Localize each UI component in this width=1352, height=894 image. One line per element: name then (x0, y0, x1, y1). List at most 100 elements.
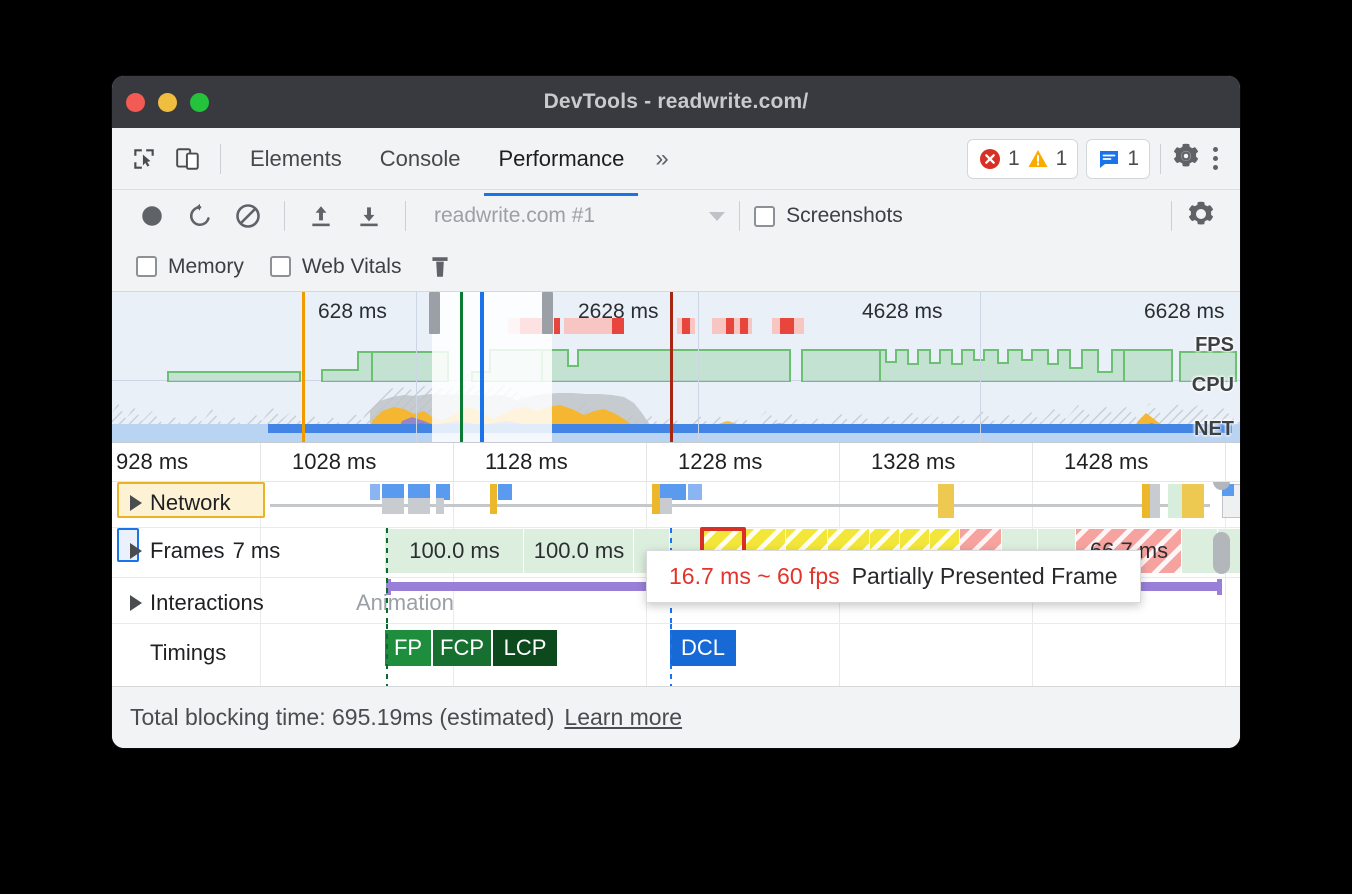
window-titlebar: DevTools - readwrite.com/ (112, 76, 1240, 128)
load-overview-marker (670, 292, 673, 442)
network-track-label-text: Network (150, 490, 231, 516)
screenshots-checkbox-box[interactable] (754, 206, 775, 227)
network-request[interactable] (1182, 484, 1204, 518)
network-request[interactable] (1168, 484, 1182, 518)
learn-more-link[interactable]: Learn more (564, 704, 682, 731)
web-vitals-label: Web Vitals (302, 255, 402, 279)
kebab-menu-icon[interactable] (1201, 147, 1230, 170)
more-tabs-icon[interactable]: » (643, 145, 680, 173)
overview-tick-3: 6628 ms (1144, 300, 1225, 324)
memory-label: Memory (168, 255, 244, 279)
warning-count: 1 (1056, 147, 1068, 171)
overview-selection-handle-left[interactable] (429, 292, 440, 334)
triangle-right-icon[interactable] (130, 543, 142, 559)
capture-settings-gear-icon[interactable] (1186, 199, 1216, 234)
screenshots-label: Screenshots (786, 204, 903, 228)
record-circle-icon[interactable] (130, 194, 174, 238)
web-vitals-checkbox[interactable]: Web Vitals (270, 255, 402, 279)
load-profile-icon[interactable] (299, 194, 343, 238)
frame-duration-label: 100.0 ms (524, 538, 634, 564)
network-track[interactable]: Network (112, 482, 1240, 528)
frames-track-scrollbar[interactable] (1213, 532, 1230, 574)
toolbar-divider-4 (1171, 201, 1172, 231)
save-profile-icon[interactable] (347, 194, 391, 238)
network-request[interactable] (382, 498, 404, 514)
warning-icon (1026, 147, 1050, 171)
overview-tick-2: 4628 ms (862, 300, 943, 324)
chevron-down-icon[interactable] (709, 212, 725, 221)
tab-performance[interactable]: Performance (484, 140, 638, 178)
issues-badge-group[interactable]: 1 1 (967, 139, 1078, 179)
performance-toolbar: readwrite.com #1 Screenshots (112, 190, 1240, 242)
timings-track[interactable]: Timings FPFCPLCP DCL (112, 624, 1240, 688)
network-request[interactable] (938, 484, 954, 518)
error-count: 1 (1008, 147, 1020, 171)
frame-tooltip: 16.7 ms ~ 60 fps Partially Presented Fra… (646, 550, 1141, 603)
memory-checkbox[interactable]: Memory (136, 255, 244, 279)
tab-elements[interactable]: Elements (236, 140, 356, 178)
lcp-overview-marker (480, 292, 484, 442)
triangle-right-icon[interactable] (130, 495, 142, 511)
overview-tick-0: 628 ms (318, 300, 387, 324)
interactions-track-label[interactable]: Interactions (130, 590, 264, 616)
timing-marker-dcl[interactable]: DCL (670, 630, 738, 666)
tabbar-divider (220, 144, 221, 174)
detail-time-ruler[interactable]: 928 ms 1028 ms 1128 ms 1228 ms 1328 ms 1… (112, 442, 1240, 482)
network-request[interactable] (498, 484, 512, 500)
clear-icon[interactable] (226, 194, 270, 238)
reload-record-icon[interactable] (178, 194, 222, 238)
frames-track-duration: 7 ms (233, 538, 281, 564)
interactions-track-label-text: Interactions (150, 590, 264, 616)
network-request[interactable] (1142, 484, 1150, 518)
fp-guide-line-3 (386, 624, 388, 688)
status-footer: Total blocking time: 695.19ms (estimated… (112, 686, 1240, 748)
trash-icon[interactable] (427, 254, 453, 280)
minimize-window-button[interactable] (158, 93, 177, 112)
timing-marker-lcp[interactable]: LCP (493, 630, 559, 666)
close-window-button[interactable] (126, 93, 145, 112)
gear-icon[interactable] (1171, 141, 1201, 176)
ruler-tick-3: 1228 ms (678, 449, 762, 475)
web-vitals-checkbox-box[interactable] (270, 256, 291, 277)
messages-badge-group[interactable]: 1 (1086, 139, 1150, 179)
network-track-label[interactable]: Network (130, 490, 231, 516)
recording-name[interactable]: readwrite.com #1 (434, 204, 595, 228)
timings-container[interactable]: FPFCPLCP DCL (112, 630, 1240, 666)
device-toolbar-icon[interactable] (166, 137, 210, 181)
timing-marker-fcp[interactable]: FCP (433, 630, 493, 666)
screenshots-checkbox[interactable]: Screenshots (754, 204, 903, 228)
triangle-right-icon[interactable] (130, 595, 142, 611)
frames-track-label[interactable]: Frames 7 ms (130, 538, 280, 564)
fps-overview-track (112, 330, 1240, 382)
overview-selection-handle-right[interactable] (542, 292, 553, 334)
tab-console[interactable]: Console (366, 140, 475, 178)
ruler-tick-2: 1128 ms (485, 449, 568, 475)
flame-chart-tracks[interactable]: Network (112, 482, 1240, 689)
overview-selection-window[interactable] (432, 292, 552, 442)
message-count: 1 (1127, 147, 1139, 171)
maximize-window-button[interactable] (190, 93, 209, 112)
network-request[interactable] (490, 484, 497, 514)
network-request[interactable] (436, 498, 444, 514)
network-request[interactable] (370, 484, 380, 500)
network-request[interactable] (408, 498, 430, 514)
animation-bar-end-cap (1217, 579, 1222, 595)
dcl-guide-line-3 (670, 624, 672, 688)
total-blocking-time: Total blocking time: 695.19ms (estimated… (130, 704, 554, 731)
window-traffic-lights (126, 93, 209, 112)
cursor-select-icon[interactable] (122, 137, 166, 181)
toolbar-divider-1 (284, 201, 285, 231)
memory-checkbox-box[interactable] (136, 256, 157, 277)
fp-guide-line (386, 528, 388, 577)
toolbar-divider-3 (739, 201, 740, 231)
timings-track-label: Timings (150, 640, 226, 666)
network-request[interactable] (652, 484, 660, 514)
timings-track-label-text: Timings (150, 640, 226, 666)
network-request[interactable] (688, 484, 702, 500)
network-request[interactable] (1150, 484, 1160, 518)
overview-pane[interactable]: 628 ms 2628 ms 4628 ms 6628 ms FPS CPU N… (112, 292, 1240, 442)
network-request[interactable] (660, 498, 672, 514)
frame-duration-label: 100.0 ms (385, 538, 524, 564)
timing-marker-fp[interactable]: FP (385, 630, 433, 666)
ruler-tick-4: 1328 ms (871, 449, 955, 475)
